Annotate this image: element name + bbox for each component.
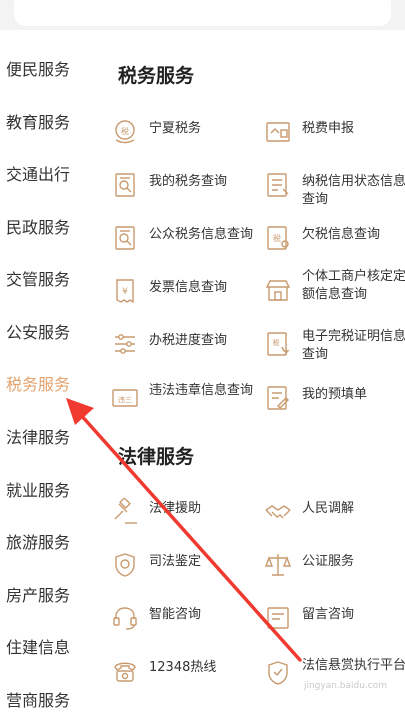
sidebar-item-tax[interactable]: 税务服务: [6, 365, 92, 405]
certificate-icon: 税: [264, 330, 292, 358]
svg-text:¥: ¥: [122, 287, 128, 297]
tile-label: 法律援助: [149, 501, 202, 516]
sidebar-item-construction[interactable]: 住建信息: [6, 628, 92, 668]
sidebar: 便民服务 教育服务 交通出行 民政服务 交管服务 公安服务 税务服务 法律服务 …: [0, 30, 92, 710]
sidebar-item-transport[interactable]: 交通出行: [6, 155, 92, 195]
message-icon: [264, 604, 292, 632]
watermark: jingyan.baidu.com: [303, 681, 387, 691]
shop-icon: [264, 276, 292, 304]
tile-label: 宁夏税务: [149, 121, 202, 136]
tile-label: 我的预填单: [302, 387, 368, 402]
sidebar-item-employment[interactable]: 就业服务: [6, 471, 92, 511]
tile-label: 发票信息查询: [149, 280, 228, 295]
tile-individual-business-quota[interactable]: 个体工商户核定定额信息查询: [264, 266, 405, 316]
tile-label: 个体工商户核定定额信息查询: [302, 269, 405, 302]
phone-icon: [111, 657, 139, 685]
svg-text:税: 税: [273, 233, 281, 243]
handshake-icon: [264, 498, 292, 526]
sidebar-item-business[interactable]: 营商服务: [6, 681, 92, 721]
tile-label: 违法违章信息查询: [149, 383, 254, 398]
tile-label: 留言咨询: [302, 607, 355, 622]
tile-my-tax-query[interactable]: 我的税务查询: [111, 171, 253, 221]
sidebar-item-civil-affairs[interactable]: 民政服务: [6, 208, 92, 248]
sidebar-item-convenience[interactable]: 便民服务: [6, 50, 92, 90]
tile-violation-query[interactable]: 违三 违法违章信息查询: [111, 380, 253, 430]
edit-form-icon: [264, 384, 292, 412]
top-bar: [0, 0, 405, 30]
tile-label: 我的税务查询: [149, 174, 228, 189]
tile-credit-status[interactable]: 纳税信用状态信息查询: [264, 171, 405, 221]
search-bar[interactable]: [14, 0, 391, 26]
tile-smart-consult[interactable]: 智能咨询: [111, 604, 253, 654]
sidebar-item-housing[interactable]: 房产服务: [6, 576, 92, 616]
shield-badge-icon: [111, 551, 139, 579]
shield-icon: [264, 659, 292, 687]
sidebar-item-traffic-management[interactable]: 交管服务: [6, 260, 92, 300]
svg-text:税: 税: [121, 126, 129, 136]
tile-label: 法信悬赏执行平台: [302, 658, 405, 673]
gavel-icon: [111, 498, 139, 526]
tile-public-tax-info[interactable]: 公众税务信息查询: [111, 224, 253, 274]
tile-legal-aid[interactable]: 法律援助: [111, 498, 253, 548]
tile-label: 电子完税证明信息查询: [302, 329, 405, 362]
tile-label: 税费申报: [302, 121, 355, 136]
tile-12348-hotline[interactable]: 12348热线: [111, 657, 253, 707]
tile-tax-progress[interactable]: 办税进度查询: [111, 330, 253, 380]
scales-icon: [264, 551, 292, 579]
document-search-icon: [111, 171, 139, 199]
declaration-icon: [264, 118, 292, 146]
list-document-icon: [264, 171, 292, 199]
tile-label: 公证服务: [302, 554, 355, 569]
tile-invoice-query[interactable]: ¥ 发票信息查询: [111, 277, 253, 327]
sidebar-item-public-security[interactable]: 公安服务: [6, 313, 92, 353]
tile-message-consult[interactable]: 留言咨询: [264, 604, 405, 654]
svg-text:违三: 违三: [118, 396, 132, 404]
section-title-tax: 税务服务: [118, 65, 195, 87]
tile-tax-declaration[interactable]: 税费申报: [264, 118, 405, 168]
tile-my-prefill-form[interactable]: 我的预填单: [264, 384, 405, 434]
headset-icon: [111, 604, 139, 632]
section-title-law: 法律服务: [118, 446, 195, 468]
invoice-icon: ¥: [111, 277, 139, 305]
tile-notary[interactable]: 公证服务: [264, 551, 405, 601]
tax-seal-icon: 税: [111, 118, 139, 146]
tile-label: 人民调解: [302, 501, 355, 516]
tile-ningxia-tax[interactable]: 税 宁夏税务: [111, 118, 253, 168]
document-search-icon: [111, 224, 139, 252]
tile-label: 办税进度查询: [149, 333, 228, 348]
sidebar-item-legal[interactable]: 法律服务: [6, 418, 92, 458]
violation-icon: 违三: [111, 384, 139, 412]
tile-label: 司法鉴定: [149, 554, 202, 569]
tile-label: 公众税务信息查询: [149, 227, 254, 242]
tile-label: 欠税信息查询: [302, 227, 381, 242]
sidebar-item-tourism[interactable]: 旅游服务: [6, 523, 92, 563]
tile-e-tax-certificate[interactable]: 税 电子完税证明信息查询: [264, 326, 405, 376]
svg-text:税: 税: [273, 338, 280, 347]
tile-label: 12348热线: [149, 660, 217, 675]
tax-document-icon: 税: [264, 224, 292, 252]
sidebar-item-education[interactable]: 教育服务: [6, 103, 92, 143]
tile-reward-enforcement[interactable]: 法信悬赏执行平台: [264, 655, 405, 705]
tile-mediation[interactable]: 人民调解: [264, 498, 405, 548]
tile-label: 纳税信用状态信息查询: [302, 174, 405, 207]
sliders-icon: [111, 330, 139, 358]
tile-label: 智能咨询: [149, 607, 202, 622]
tile-judicial-appraisal[interactable]: 司法鉴定: [111, 551, 253, 601]
